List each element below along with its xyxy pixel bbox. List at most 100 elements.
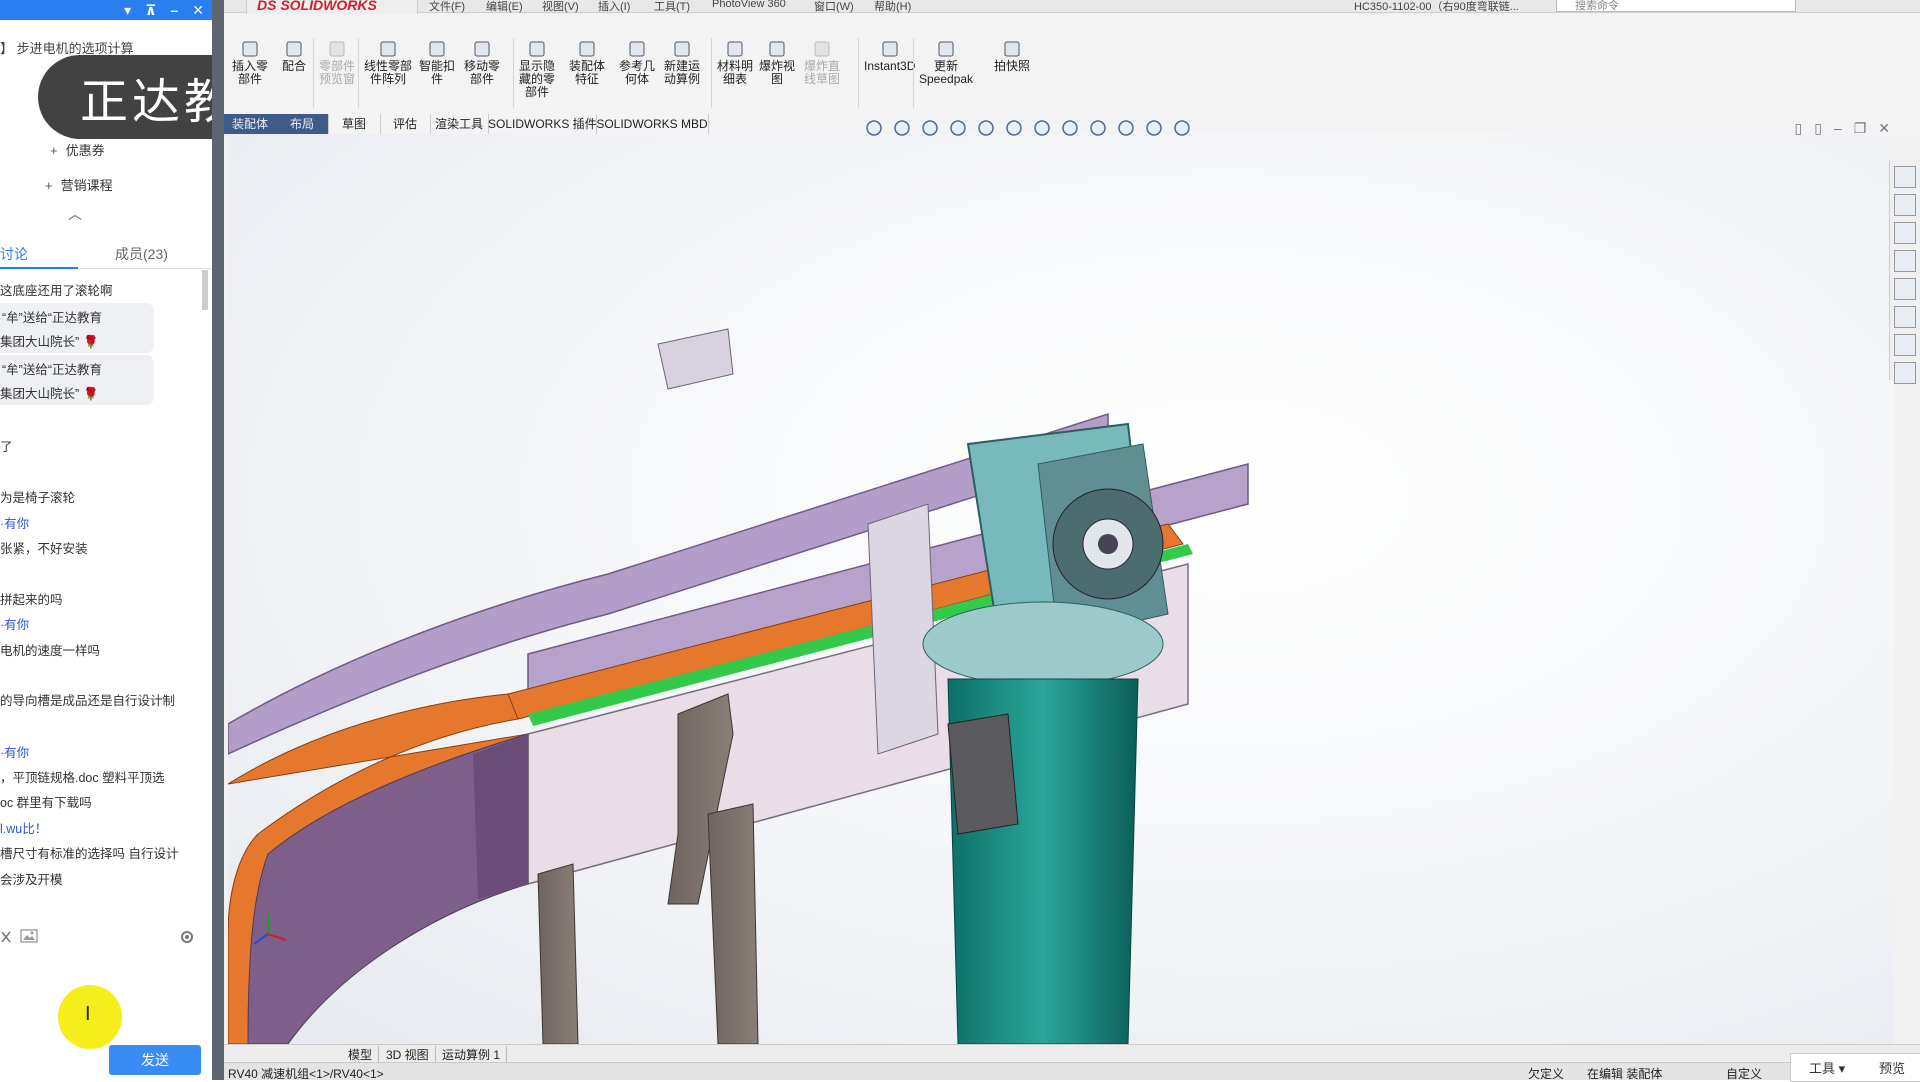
tab-1[interactable]: 布局 [276,114,329,134]
gear-icon[interactable] [178,928,196,946]
chat-sender[interactable]: ·有你 [0,513,29,532]
ribbon-button-exploded-view[interactable]: 爆炸视 图 [759,40,795,86]
dynamic-annotation-icon[interactable] [976,118,996,138]
ribbon-button-mate[interactable]: 配合 [282,40,306,73]
menu-edit[interactable]: 编辑(E) [486,0,523,14]
model-tab-0[interactable]: 模型 [342,1046,380,1063]
view-orientation-icon[interactable] [1004,118,1024,138]
expand-icon[interactable]: + [45,178,53,193]
tile-right-icon[interactable]: ▯ [1814,120,1822,137]
menu-photoview[interactable]: PhotoView 360 [712,0,786,10]
conveyor-model-render[interactable] [228,134,1894,1044]
scissors-icon[interactable] [0,928,12,946]
edit-appearance-icon[interactable] [1088,118,1108,138]
tree-item-coupon[interactable]: + 优惠券 [50,140,105,159]
tab-3[interactable]: 评估 [380,114,431,134]
design-library-icon[interactable] [1894,194,1916,216]
menu-tools[interactable]: 工具(T) [654,0,690,14]
ribbon-button-smart-fasteners[interactable]: 智能扣 件 [419,40,455,86]
preview-label[interactable]: 预览 [1879,1058,1905,1077]
tools-menu-label[interactable]: 工具 ▾ [1809,1058,1845,1077]
menu-view[interactable]: 视图(V) [542,0,579,14]
ribbon-button-preview-window[interactable]: 零部件 预览窗 [319,40,355,86]
joint-plate[interactable] [473,734,528,899]
hide-show-icon[interactable] [1060,118,1080,138]
support-leg[interactable] [707,803,759,1044]
tab-4[interactable]: 渲染工具 [430,114,489,134]
model-tab-1[interactable]: 3D 视图 [380,1046,436,1063]
close-icon[interactable]: ✕ [192,2,204,19]
minimize-icon[interactable]: – [170,2,178,18]
view-settings-icon[interactable] [1144,118,1164,138]
pin-icon[interactable]: ⊼ [145,2,156,19]
tools-popup[interactable]: 工具 ▾ 预览 [1790,1053,1920,1082]
chat-sender[interactable]: l.wu比！ [0,818,47,837]
menu-file[interactable]: 文件(F) [429,0,465,14]
panel-divider[interactable] [212,0,224,1080]
expand-icon[interactable]: + [50,143,58,158]
motor-flange[interactable] [922,601,1164,687]
ribbon-button-label: 新建运 动算例 [664,59,701,86]
model-tab-2[interactable]: 运动算例 1 [436,1046,508,1063]
ribbon-button-show-hidden[interactable]: 显示隐 藏的零 部件 [519,40,555,99]
tab-0[interactable]: 装配体 [224,114,277,134]
previous-view-icon[interactable] [920,118,940,138]
bearing-bracket[interactable] [867,503,939,755]
view-palette-icon[interactable] [1894,250,1916,272]
minimize-icon[interactable]: – [1834,120,1842,137]
send-button[interactable]: 发送 [109,1045,201,1075]
ribbon-button-label: 配合 [282,59,307,73]
chat-scrollbar[interactable] [200,270,210,920]
ribbon-button-linear-pattern[interactable]: 线性零部 件阵列 [364,40,412,86]
zoom-area-icon[interactable] [892,118,912,138]
chat-sender[interactable]: ·有你 [0,614,29,633]
graphics-area-3d-viewport[interactable] [228,134,1894,1044]
tension-bracket[interactable] [657,328,734,390]
menu-insert[interactable]: 插入(I) [598,0,630,14]
ribbon-button-motion-study[interactable]: 新建运 动算例 [664,40,700,86]
zoom-to-fit-icon[interactable] [864,118,884,138]
tab-2[interactable]: 草图 [328,114,381,134]
tab-6[interactable]: SOLIDWORKS MBD [596,114,709,134]
tab-discussion[interactable]: 讨论 [0,244,28,264]
home-icon[interactable] [1894,166,1916,188]
tile-left-icon[interactable]: ▯ [1794,120,1802,137]
menu-window[interactable]: 窗口(W) [814,0,854,14]
chat-sender[interactable]: ·有你 [0,742,29,761]
rotate-icon[interactable] [1172,118,1192,138]
file-explorer-icon[interactable] [1894,222,1916,244]
scrollbar-thumb[interactable] [202,270,208,310]
shaft-center[interactable] [1098,534,1118,554]
appearances-icon[interactable] [1894,278,1916,300]
section-view-icon[interactable] [948,118,968,138]
ribbon-button-move-component[interactable]: 移动零 部件 [464,40,500,86]
ribbon-button-reference-geometry[interactable]: 参考几 何体 [619,40,655,86]
dropdown-icon[interactable]: ▾ [124,2,131,19]
ribbon-separator [313,38,314,108]
ribbon-button-bom[interactable]: 材料明 细表 [717,40,753,86]
chat-icon[interactable] [1894,362,1916,384]
ribbon-button-assembly-feature[interactable]: 装配体 特征 [569,40,605,86]
ribbon-button-speedpak[interactable]: 更新 Speedpak [919,40,973,86]
search-commands-input[interactable]: 搜索命令 [1556,0,1796,12]
display-style-icon[interactable] [1032,118,1052,138]
close-icon[interactable]: ✕ [1878,120,1890,137]
status-units[interactable]: 自定义 [1726,1065,1762,1080]
custom-properties-icon[interactable] [1894,306,1916,328]
restore-icon[interactable]: ❐ [1854,120,1867,137]
ribbon-button-explode-line[interactable]: 爆炸直 线草图 [804,40,840,86]
ribbon-button-camera[interactable]: 拍快照 [994,40,1030,73]
image-icon[interactable] [20,928,38,944]
ribbon-button-instant3d[interactable]: Instant3D [864,40,915,73]
collapse-chevron-icon[interactable]: ︿ [68,204,82,224]
forum-icon[interactable] [1894,334,1916,356]
ribbon-button-insert-component[interactable]: 插入零 部件 [232,40,268,86]
preview-window-icon [329,41,345,57]
tab-members[interactable]: 成员(23) [115,244,168,264]
support-leg[interactable] [537,863,579,1044]
tab-5[interactable]: SOLIDWORKS 插件 [488,114,597,134]
apply-scene-icon[interactable] [1116,118,1136,138]
tree-item-marketing-course[interactable]: + 营销课程 [45,175,113,194]
menu-help[interactable]: 帮助(H) [874,0,911,14]
motor-junction-box[interactable] [947,713,1019,835]
